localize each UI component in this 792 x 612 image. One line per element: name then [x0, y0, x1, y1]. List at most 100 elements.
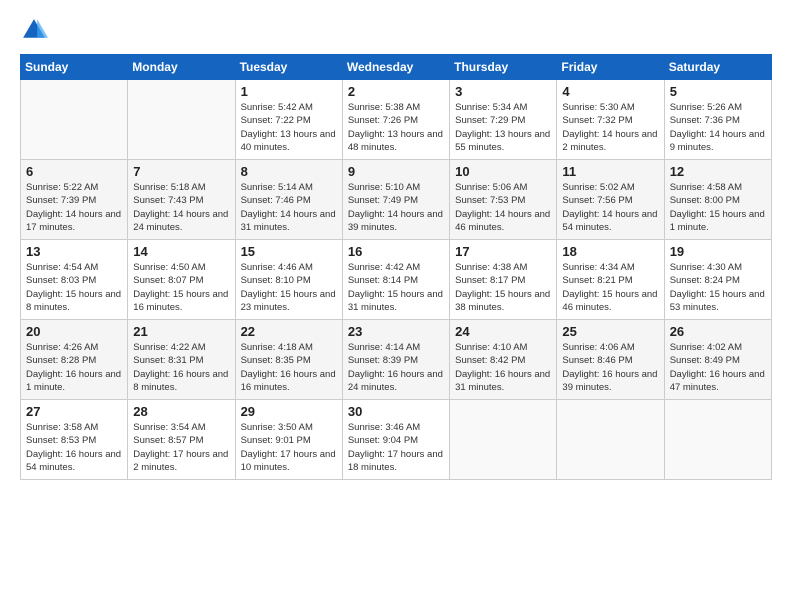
day-info: Sunrise: 5:38 AM Sunset: 7:26 PM Dayligh… — [348, 101, 444, 154]
day-info: Sunrise: 4:10 AM Sunset: 8:42 PM Dayligh… — [455, 341, 551, 394]
week-row-2: 6 Sunrise: 5:22 AM Sunset: 7:39 PM Daylig… — [21, 160, 772, 240]
day-info: Sunrise: 4:22 AM Sunset: 8:31 PM Dayligh… — [133, 341, 229, 394]
day-cell — [557, 400, 664, 480]
day-cell — [128, 80, 235, 160]
day-info: Sunrise: 5:42 AM Sunset: 7:22 PM Dayligh… — [241, 101, 337, 154]
day-cell: 20 Sunrise: 4:26 AM Sunset: 8:28 PM Dayli… — [21, 320, 128, 400]
day-cell: 12 Sunrise: 4:58 AM Sunset: 8:00 PM Dayli… — [664, 160, 771, 240]
day-info: Sunrise: 5:34 AM Sunset: 7:29 PM Dayligh… — [455, 101, 551, 154]
day-info: Sunrise: 3:46 AM Sunset: 9:04 PM Dayligh… — [348, 421, 444, 474]
col-tuesday: Tuesday — [235, 55, 342, 80]
day-number: 20 — [26, 324, 122, 339]
day-cell: 17Sunrise: 4:38 AM Sunset: 8:17 PM Dayli… — [450, 240, 557, 320]
day-info: Sunrise: 5:10 AM Sunset: 7:49 PM Dayligh… — [348, 181, 444, 234]
col-friday: Friday — [557, 55, 664, 80]
day-cell: 23 Sunrise: 4:14 AM Sunset: 8:39 PM Dayli… — [342, 320, 449, 400]
day-number: 9 — [348, 164, 444, 179]
day-number: 11 — [562, 164, 658, 179]
day-cell: 29 Sunrise: 3:50 AM Sunset: 9:01 PM Dayli… — [235, 400, 342, 480]
day-info: Sunrise: 4:58 AM Sunset: 8:00 PM Dayligh… — [670, 181, 766, 234]
day-info: Sunrise: 3:50 AM Sunset: 9:01 PM Dayligh… — [241, 421, 337, 474]
day-number: 24 — [455, 324, 551, 339]
day-number: 6 — [26, 164, 122, 179]
week-row-3: 13 Sunrise: 4:54 AM Sunset: 8:03 PM Dayli… — [21, 240, 772, 320]
day-info: Sunrise: 4:30 AM Sunset: 8:24 PM Dayligh… — [670, 261, 766, 314]
day-number: 3 — [455, 84, 551, 99]
day-cell: 15Sunrise: 4:46 AM Sunset: 8:10 PM Dayli… — [235, 240, 342, 320]
day-cell: 6 Sunrise: 5:22 AM Sunset: 7:39 PM Daylig… — [21, 160, 128, 240]
day-cell: 27 Sunrise: 3:58 AM Sunset: 8:53 PM Dayli… — [21, 400, 128, 480]
day-cell: 3 Sunrise: 5:34 AM Sunset: 7:29 PM Daylig… — [450, 80, 557, 160]
day-cell: 14 Sunrise: 4:50 AM Sunset: 8:07 PM Dayli… — [128, 240, 235, 320]
logo — [20, 16, 52, 44]
col-monday: Monday — [128, 55, 235, 80]
day-info: Sunrise: 5:14 AM Sunset: 7:46 PM Dayligh… — [241, 181, 337, 234]
day-info: Sunrise: 4:34 AM Sunset: 8:21 PM Dayligh… — [562, 261, 658, 314]
day-cell: 22Sunrise: 4:18 AM Sunset: 8:35 PM Dayli… — [235, 320, 342, 400]
week-row-1: 1 Sunrise: 5:42 AM Sunset: 7:22 PM Daylig… — [21, 80, 772, 160]
day-info: Sunrise: 5:30 AM Sunset: 7:32 PM Dayligh… — [562, 101, 658, 154]
day-cell: 2 Sunrise: 5:38 AM Sunset: 7:26 PM Daylig… — [342, 80, 449, 160]
col-sunday: Sunday — [21, 55, 128, 80]
day-info: Sunrise: 5:26 AM Sunset: 7:36 PM Dayligh… — [670, 101, 766, 154]
calendar-table: Sunday Monday Tuesday Wednesday Thursday… — [20, 54, 772, 480]
day-number: 21 — [133, 324, 229, 339]
day-info: Sunrise: 4:14 AM Sunset: 8:39 PM Dayligh… — [348, 341, 444, 394]
col-wednesday: Wednesday — [342, 55, 449, 80]
week-row-4: 20 Sunrise: 4:26 AM Sunset: 8:28 PM Dayli… — [21, 320, 772, 400]
day-cell: 24 Sunrise: 4:10 AM Sunset: 8:42 PM Dayli… — [450, 320, 557, 400]
day-cell — [450, 400, 557, 480]
page: Sunday Monday Tuesday Wednesday Thursday… — [0, 0, 792, 612]
day-info: Sunrise: 5:22 AM Sunset: 7:39 PM Dayligh… — [26, 181, 122, 234]
day-number: 13 — [26, 244, 122, 259]
day-number: 5 — [670, 84, 766, 99]
day-number: 1 — [241, 84, 337, 99]
day-number: 4 — [562, 84, 658, 99]
day-info: Sunrise: 5:02 AM Sunset: 7:56 PM Dayligh… — [562, 181, 658, 234]
col-thursday: Thursday — [450, 55, 557, 80]
day-number: 30 — [348, 404, 444, 419]
col-saturday: Saturday — [664, 55, 771, 80]
day-cell: 7 Sunrise: 5:18 AM Sunset: 7:43 PM Daylig… — [128, 160, 235, 240]
day-number: 17 — [455, 244, 551, 259]
day-info: Sunrise: 4:18 AM Sunset: 8:35 PM Dayligh… — [241, 341, 337, 394]
day-number: 8 — [241, 164, 337, 179]
day-info: Sunrise: 5:18 AM Sunset: 7:43 PM Dayligh… — [133, 181, 229, 234]
day-number: 14 — [133, 244, 229, 259]
day-number: 23 — [348, 324, 444, 339]
day-info: Sunrise: 4:26 AM Sunset: 8:28 PM Dayligh… — [26, 341, 122, 394]
day-number: 25 — [562, 324, 658, 339]
day-cell — [664, 400, 771, 480]
day-cell: 28 Sunrise: 3:54 AM Sunset: 8:57 PM Dayli… — [128, 400, 235, 480]
day-info: Sunrise: 4:02 AM Sunset: 8:49 PM Dayligh… — [670, 341, 766, 394]
day-info: Sunrise: 3:58 AM Sunset: 8:53 PM Dayligh… — [26, 421, 122, 474]
day-cell: 8 Sunrise: 5:14 AM Sunset: 7:46 PM Daylig… — [235, 160, 342, 240]
day-info: Sunrise: 4:54 AM Sunset: 8:03 PM Dayligh… — [26, 261, 122, 314]
day-number: 7 — [133, 164, 229, 179]
day-number: 10 — [455, 164, 551, 179]
header-row: Sunday Monday Tuesday Wednesday Thursday… — [21, 55, 772, 80]
day-cell: 11 Sunrise: 5:02 AM Sunset: 7:56 PM Dayli… — [557, 160, 664, 240]
day-number: 28 — [133, 404, 229, 419]
day-cell: 19 Sunrise: 4:30 AM Sunset: 8:24 PM Dayli… — [664, 240, 771, 320]
day-number: 2 — [348, 84, 444, 99]
day-number: 12 — [670, 164, 766, 179]
day-cell: 25 Sunrise: 4:06 AM Sunset: 8:46 PM Dayli… — [557, 320, 664, 400]
logo-icon — [20, 16, 48, 44]
day-cell: 1 Sunrise: 5:42 AM Sunset: 7:22 PM Daylig… — [235, 80, 342, 160]
header — [20, 16, 772, 44]
day-cell: 18Sunrise: 4:34 AM Sunset: 8:21 PM Dayli… — [557, 240, 664, 320]
day-cell: 4 Sunrise: 5:30 AM Sunset: 7:32 PM Daylig… — [557, 80, 664, 160]
day-number: 19 — [670, 244, 766, 259]
day-info: Sunrise: 4:06 AM Sunset: 8:46 PM Dayligh… — [562, 341, 658, 394]
day-info: Sunrise: 5:06 AM Sunset: 7:53 PM Dayligh… — [455, 181, 551, 234]
day-number: 26 — [670, 324, 766, 339]
day-cell: 26 Sunrise: 4:02 AM Sunset: 8:49 PM Dayli… — [664, 320, 771, 400]
day-info: Sunrise: 3:54 AM Sunset: 8:57 PM Dayligh… — [133, 421, 229, 474]
day-cell: 9 Sunrise: 5:10 AM Sunset: 7:49 PM Daylig… — [342, 160, 449, 240]
day-info: Sunrise: 4:50 AM Sunset: 8:07 PM Dayligh… — [133, 261, 229, 314]
day-info: Sunrise: 4:42 AM Sunset: 8:14 PM Dayligh… — [348, 261, 444, 314]
day-number: 29 — [241, 404, 337, 419]
day-number: 27 — [26, 404, 122, 419]
day-cell: 16Sunrise: 4:42 AM Sunset: 8:14 PM Dayli… — [342, 240, 449, 320]
